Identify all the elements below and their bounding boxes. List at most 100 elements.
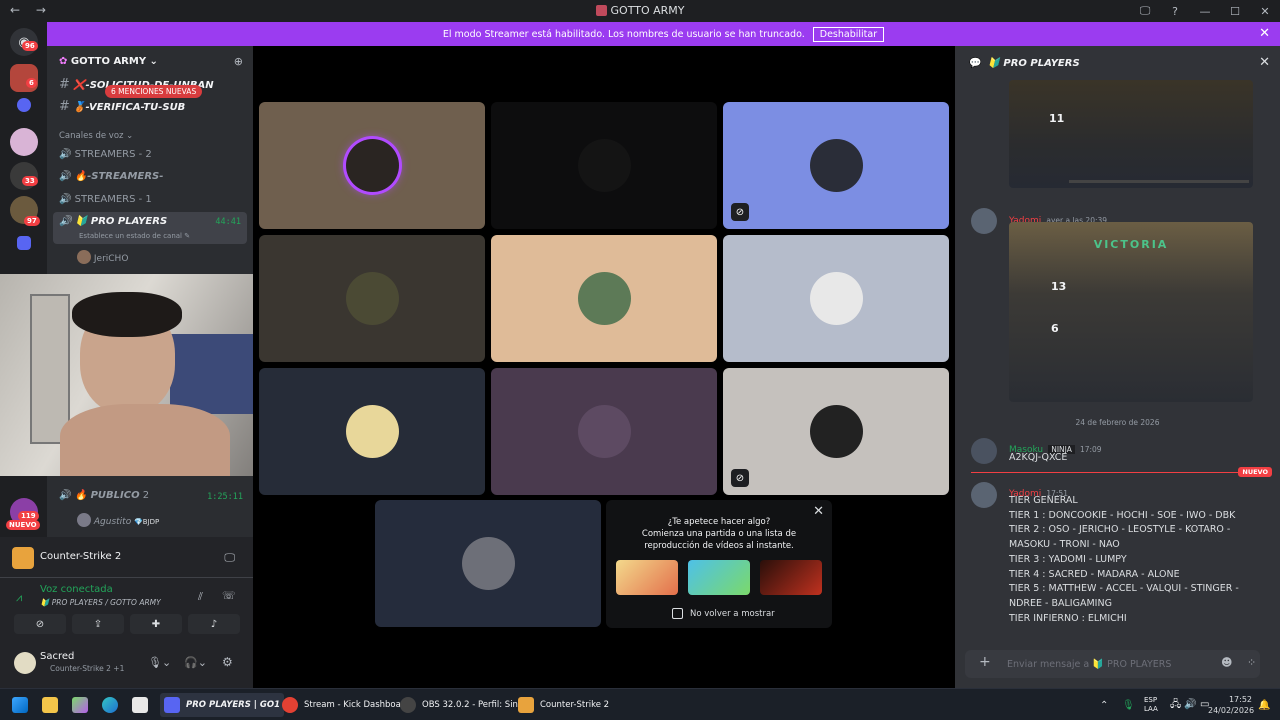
participant-tile[interactable] xyxy=(259,368,485,495)
avatar[interactable] xyxy=(971,208,997,234)
settings-gear-icon[interactable]: ⚙ xyxy=(222,655,233,669)
headphones-icon[interactable]: 🎧⌄ xyxy=(184,656,207,669)
publico-timer: 1:25:11 xyxy=(207,492,243,502)
add-attachment-icon[interactable]: + xyxy=(979,654,991,670)
participant-tile[interactable] xyxy=(259,235,485,362)
avatar[interactable] xyxy=(971,438,997,464)
server-name[interactable]: ✿ GOTTO ARMY ⌄ xyxy=(59,56,158,67)
webcam-overlay xyxy=(0,274,272,476)
edge-icon[interactable] xyxy=(102,693,118,717)
mic-icon[interactable]: 🎙⌄ xyxy=(148,656,171,669)
participant-tile[interactable] xyxy=(259,102,485,229)
chat-bubble-icon: 💬 xyxy=(969,57,982,69)
taskbar-app-chrome[interactable]: Stream - Kick Dashboar xyxy=(282,693,404,717)
mentions-pill[interactable]: 6 MENCIONES NUEVAS xyxy=(105,85,203,98)
chat-header: 💬 🔰 PRO PLAYERS ✕ xyxy=(955,46,1280,80)
message-input[interactable]: Enviar mensaje a 🔰 PRO PLAYERS xyxy=(965,650,1260,678)
taskbar-app-obs[interactable]: OBS 32.0.2 - Perfil: Sin T xyxy=(400,693,526,717)
voice-grid: ⊘ ⊘ ✕ ¿Te apetece hacer algo? Comienza u… xyxy=(253,46,955,688)
activity-card[interactable] xyxy=(616,560,678,595)
close-icon[interactable]: ✕ xyxy=(813,504,824,519)
tray-chevron-icon[interactable]: ⌃ xyxy=(1100,693,1108,717)
disable-button[interactable]: Deshabilitar xyxy=(812,26,885,42)
chat-panel: 💬 🔰 PRO PLAYERS ✕ 11 Yadomi ayer a las 2… xyxy=(955,46,1280,688)
taskbar-app-discord[interactable]: PRO PLAYERS | GO1 xyxy=(160,693,284,717)
participant-tile[interactable] xyxy=(491,102,717,229)
voice-channel-streamers-1[interactable]: 🔊 STREAMERS - 1 xyxy=(59,194,152,205)
scoreboard-image[interactable]: VICTORIA 13 6 xyxy=(1009,222,1253,402)
voice-section-header[interactable]: Canales de voz ⌄ xyxy=(59,131,133,141)
close-button[interactable]: ✕ xyxy=(1250,0,1280,22)
username[interactable]: Sacred xyxy=(40,651,74,662)
disconnect-icon[interactable]: ☏ xyxy=(222,589,236,602)
store-icon[interactable] xyxy=(132,693,148,717)
scoreboard-image[interactable]: 11 xyxy=(1009,80,1253,188)
notification-bell-icon[interactable]: 🔔 xyxy=(1258,693,1270,717)
title-bar: ← → GOTTO ARMY 🖵 ? — ☐ ✕ xyxy=(0,0,1280,22)
voice-connected: Voz conectada xyxy=(40,584,113,595)
avatar xyxy=(810,405,863,458)
help-icon[interactable]: ? xyxy=(1160,0,1190,22)
participant-tile[interactable] xyxy=(491,235,717,362)
voice-channel-streamers[interactable]: 🔊 🔥-STREAMERS- xyxy=(59,171,163,182)
date-divider: 24 de febrero de 2026 xyxy=(1075,418,1160,427)
streamer-mode-banner: El modo Streamer está habilitado. Los no… xyxy=(47,22,1280,46)
language-indicator[interactable]: ESP LAA xyxy=(1144,693,1158,717)
minimize-button[interactable]: — xyxy=(1190,0,1220,22)
participant-tile[interactable] xyxy=(375,500,601,627)
game-icon xyxy=(12,547,34,569)
copilot-icon[interactable] xyxy=(72,693,88,717)
activities-button[interactable]: ✚ xyxy=(130,614,182,634)
checkbox-icon[interactable] xyxy=(672,608,683,619)
apps-icon[interactable]: ⁘ xyxy=(1247,656,1256,669)
file-explorer-icon[interactable] xyxy=(42,693,58,717)
badge: 97 xyxy=(24,216,40,226)
score-b: 6 xyxy=(1051,322,1059,335)
screenshare-button[interactable]: ⇪ xyxy=(72,614,124,634)
voice-member[interactable]: JeriCHO xyxy=(77,250,128,264)
activity-card[interactable] xyxy=(688,560,750,595)
network-sound-battery-icons[interactable]: 🖧 🔊 ▭ xyxy=(1170,693,1209,717)
avatar xyxy=(810,272,863,325)
activity-card[interactable] xyxy=(760,560,822,595)
inbox-icon[interactable]: 🖵 xyxy=(1130,0,1160,22)
user-status: Counter-Strike 2 +1 xyxy=(50,664,125,673)
participant-tile[interactable]: ⊘ xyxy=(723,102,949,229)
stream-icon[interactable]: 🖵 xyxy=(224,551,235,565)
start-button[interactable] xyxy=(12,693,28,717)
soundboard-button[interactable]: ♪ xyxy=(188,614,240,634)
noise-suppression-icon[interactable]: ⫽ xyxy=(198,590,203,604)
mic-tray-icon[interactable]: 🎙 xyxy=(1122,693,1135,717)
obs-icon xyxy=(400,697,416,713)
participant-tile[interactable] xyxy=(723,235,949,362)
channel-status[interactable]: Establece un estado de canal ✎ xyxy=(79,232,190,240)
taskbar-app-cs2[interactable]: Counter-Strike 2 xyxy=(518,693,609,717)
add-member-icon[interactable]: ⊕ xyxy=(234,55,243,68)
participant-tile[interactable] xyxy=(491,368,717,495)
voice-member[interactable]: Agustito 💎BJDP xyxy=(77,513,159,527)
close-icon[interactable]: ✕ xyxy=(1259,26,1270,41)
voice-channel-name[interactable]: 🔰 PRO PLAYERS / GOTTO ARMY xyxy=(40,598,161,607)
avatar xyxy=(462,537,515,590)
participant-tile[interactable]: ⊘ xyxy=(723,368,949,495)
folder-icon[interactable] xyxy=(17,236,31,250)
camera-button[interactable]: ⊘ xyxy=(14,614,66,634)
avatar[interactable] xyxy=(14,652,36,674)
maximize-button[interactable]: ☐ xyxy=(1220,0,1250,22)
channel-timer: 44:41 xyxy=(215,217,241,227)
close-icon[interactable]: ✕ xyxy=(1259,55,1270,70)
message-text: TIER GENERAL TIER 1 : DONCOOKIE - HOCHI … xyxy=(1009,495,1239,624)
folder-icon[interactable] xyxy=(17,98,31,112)
avatar[interactable] xyxy=(971,482,997,508)
voice-channel-streamers-2[interactable]: 🔊 STREAMERS - 2 xyxy=(59,149,152,160)
voice-channel-publico[interactable]: 🔊 🔥 PUBLICO 2 xyxy=(59,490,149,501)
channel-verifica[interactable]: # 🥉-VERIFICA-TU-SUB xyxy=(59,99,185,114)
dont-show-checkbox[interactable]: No volver a mostrar xyxy=(672,608,775,619)
clock[interactable]: 17:52 24/02/2026 xyxy=(1208,694,1254,716)
server-icon[interactable] xyxy=(10,128,38,156)
avatar xyxy=(346,405,399,458)
avatar xyxy=(578,139,631,192)
active-voice-channel[interactable]: 🔊 🔰 PRO PLAYERS 44:41 Establece un estad… xyxy=(53,212,247,244)
signal-icon[interactable]: ⩘ xyxy=(16,591,22,605)
emoji-icon[interactable]: ☻ xyxy=(1221,656,1232,669)
